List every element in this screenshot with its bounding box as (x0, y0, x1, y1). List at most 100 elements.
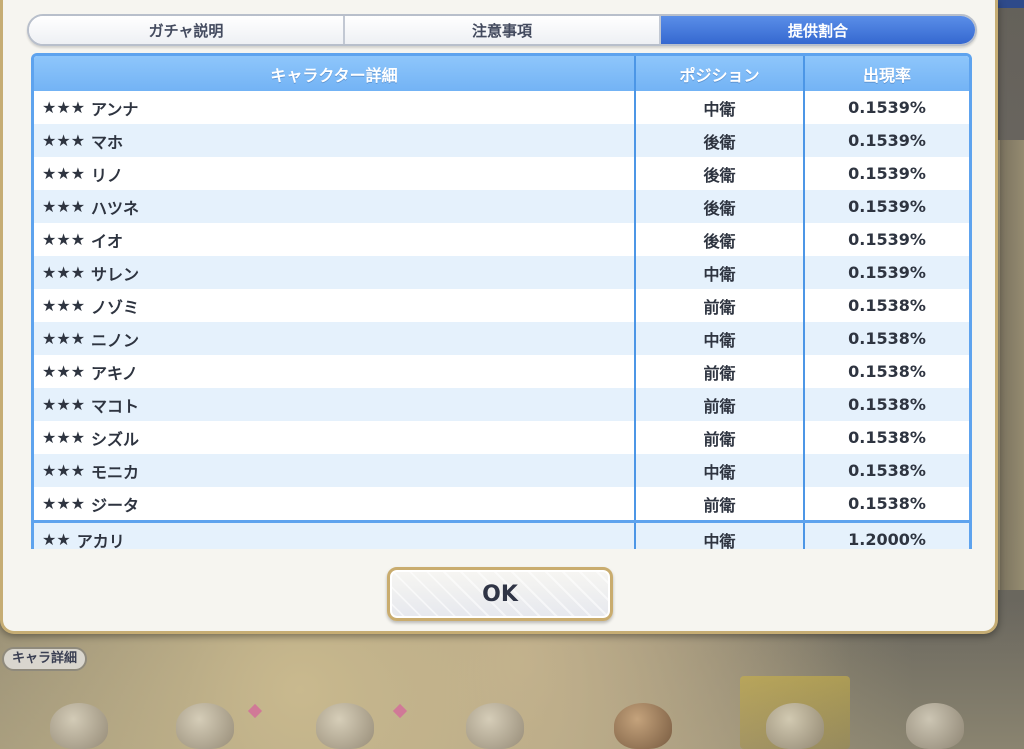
position-cell: 後衛 (634, 157, 803, 190)
lock-icon (614, 703, 672, 749)
rate-cell: 0.1539% (803, 223, 969, 256)
column-header-rate: 出現率 (803, 56, 969, 91)
table-row: ★★★ サレン 中衛 0.1539% (34, 256, 969, 289)
rate-cell: 0.1538% (803, 322, 969, 355)
position-cell: 後衛 (634, 124, 803, 157)
character-name: アカリ (76, 531, 125, 550)
table-row: ★★★ ニノン 中衛 0.1538% (34, 322, 969, 355)
character-name: シズル (91, 429, 140, 449)
character-cell: ★★★ ハツネ (34, 190, 634, 223)
rate-cell: 0.1539% (803, 190, 969, 223)
rarity-stars: ★★★ (42, 329, 86, 348)
rarity-stars: ★★ (42, 530, 71, 549)
rarity-stars: ★★★ (42, 395, 86, 414)
character-cell: ★★★ マコト (34, 388, 634, 421)
princess-icon (176, 703, 234, 749)
rates-dialog: ガチャ説明 注意事項 提供割合 キャラクター詳細 ポジション 出現率 ★★★ アン… (0, 0, 998, 634)
character-cell: ★★★ イオ (34, 223, 634, 256)
character-cell: ★★★ モニカ (34, 454, 634, 487)
rarity-stars: ★★★ (42, 197, 86, 216)
rate-cell: 0.1539% (803, 91, 969, 124)
crystal-icon (906, 703, 964, 749)
character-name: イオ (91, 231, 124, 251)
table-row: ★★★ アキノ 前衛 0.1538% (34, 355, 969, 388)
gacha-icon (766, 703, 824, 749)
character-name: マホ (91, 132, 124, 152)
character-name: リノ (91, 165, 124, 185)
character-cell: ★★★ ジータ (34, 487, 634, 520)
character-name: モニカ (91, 462, 140, 482)
bottom-menu (0, 676, 1024, 749)
character-name: アキノ (91, 363, 138, 383)
rarity-stars: ★★★ (42, 131, 86, 150)
menu-item-home (150, 676, 260, 749)
character-cell: ★★★ ノゾミ (34, 289, 634, 322)
table-row: ★★★ イオ 後衛 0.1539% (34, 223, 969, 256)
position-cell: 後衛 (634, 190, 803, 223)
column-header-character: キャラクター詳細 (270, 65, 398, 85)
character-cell: ★★ アカリ (34, 523, 634, 549)
rarity-stars: ★★★ (42, 98, 86, 117)
character-cell: ★★★ シズル (34, 421, 634, 454)
character-name: ニノン (91, 330, 140, 350)
rate-cell: 0.1539% (803, 256, 969, 289)
position-cell: 前衛 (634, 355, 803, 388)
character-name: ハツネ (91, 198, 140, 218)
rate-cell: 0.1538% (803, 388, 969, 421)
character-name: ノゾミ (91, 297, 140, 317)
character-name: アンナ (91, 99, 139, 119)
position-cell: 中衛 (634, 322, 803, 355)
side-decoration (998, 140, 1024, 590)
menu-item-menu (880, 676, 990, 749)
tab-provision-rates[interactable]: 提供割合 (661, 16, 975, 44)
table-row: ★★★ アンナ 中衛 0.1539% (34, 91, 969, 124)
character-name: サレン (91, 264, 140, 284)
rate-cell: 0.1538% (803, 454, 969, 487)
position-cell: 前衛 (634, 388, 803, 421)
sword-shield-icon (466, 703, 524, 749)
table-body-tier2: ★★ アカリ 中衛 1.2000% (34, 523, 969, 549)
rate-cell: 0.1539% (803, 124, 969, 157)
position-cell: 中衛 (634, 523, 803, 549)
rarity-stars: ★★★ (42, 164, 86, 183)
character-name: マコト (91, 396, 140, 416)
position-cell: 後衛 (634, 223, 803, 256)
character-cell: ★★★ アンナ (34, 91, 634, 124)
rarity-stars: ★★★ (42, 494, 86, 513)
position-cell: 中衛 (634, 91, 803, 124)
rarity-stars: ★★★ (42, 230, 86, 249)
character-cell: ★★★ サレン (34, 256, 634, 289)
position-cell: 前衛 (634, 421, 803, 454)
table-body: ★★★ アンナ 中衛 0.1539% ★★★ マホ 後衛 0.1539% ★★★ リノ 後衛 0.15… (34, 91, 969, 520)
table-row: ★★★ ジータ 前衛 0.1538% (34, 487, 969, 520)
position-cell: 中衛 (634, 454, 803, 487)
tab-gacha-description[interactable]: ガチャ説明 (29, 16, 345, 44)
rate-cell: 0.1538% (803, 355, 969, 388)
character-cell: ★★★ ニノン (34, 322, 634, 355)
table-row: ★★★ マコト 前衛 0.1538% (34, 388, 969, 421)
scroll-icon (316, 703, 374, 749)
position-cell: 中衛 (634, 256, 803, 289)
rate-cell: 0.1538% (803, 487, 969, 520)
table-row: ★★★ シズル 前衛 0.1538% (34, 421, 969, 454)
table-row: ★★★ ハツネ 後衛 0.1539% (34, 190, 969, 223)
menu-item-main (24, 676, 134, 749)
ok-button[interactable]: OK (387, 567, 613, 621)
character-cell: ★★★ アキノ (34, 355, 634, 388)
rate-cell: 0.1538% (803, 421, 969, 454)
menu-item-story (290, 676, 400, 749)
rarity-stars: ★★★ (42, 362, 86, 381)
character-cell: ★★★ リノ (34, 157, 634, 190)
sword-icon (50, 703, 108, 749)
rarity-stars: ★★★ (42, 461, 86, 480)
table-row: ★★ アカリ 中衛 1.2000% (34, 523, 969, 549)
position-cell: 前衛 (634, 487, 803, 520)
table-row: ★★★ モニカ 中衛 0.1538% (34, 454, 969, 487)
menu-item-quest (440, 676, 550, 749)
tab-notes[interactable]: 注意事項 (345, 16, 661, 44)
menu-item-guild (588, 676, 698, 749)
chara-detail-button: キャラ詳細 (2, 647, 88, 671)
dialog-tabs: ガチャ説明 注意事項 提供割合 (27, 14, 977, 46)
table-row: ★★★ リノ 後衛 0.1539% (34, 157, 969, 190)
rates-table[interactable]: キャラクター詳細 ポジション 出現率 ★★★ アンナ 中衛 0.1539% ★★★ マホ後… (31, 53, 972, 549)
